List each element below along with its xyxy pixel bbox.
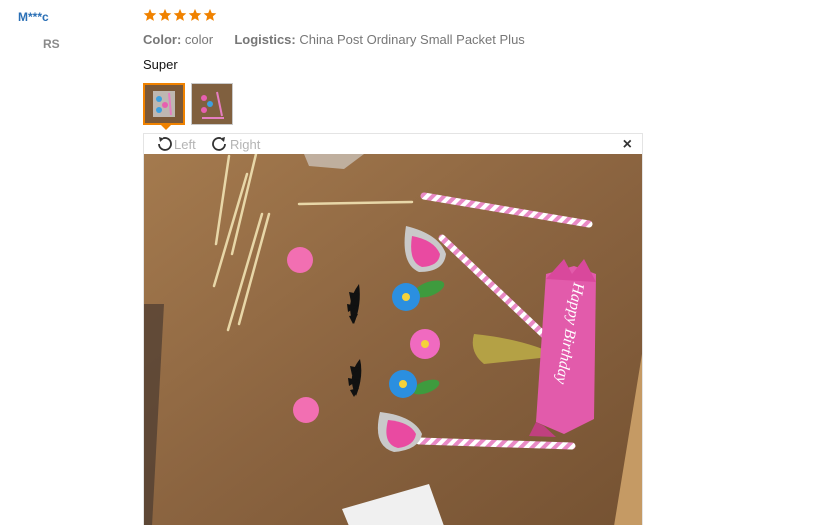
- rotate-left-icon: [158, 137, 172, 151]
- photo-thumbnail-2[interactable]: [191, 83, 233, 125]
- selected-thumbnail-indicator: [160, 124, 172, 130]
- logistics-label: Logistics:: [234, 32, 296, 47]
- close-viewer-button[interactable]: ×: [623, 135, 632, 155]
- rotate-right-label: Right: [230, 136, 261, 152]
- star-icon: [158, 8, 172, 21]
- reviewer-name: M***c: [18, 10, 49, 24]
- rotate-right-icon: [212, 137, 226, 151]
- star-icon: [173, 8, 187, 21]
- reviewer-country: RS: [43, 37, 60, 51]
- star-rating: [143, 8, 217, 26]
- star-icon: [188, 8, 202, 21]
- star-icon: [143, 8, 157, 21]
- color-value: color: [184, 32, 214, 47]
- star-icon: [203, 8, 217, 21]
- photo-thumbnail-1[interactable]: [143, 83, 185, 125]
- photo-viewer-toolbar: Left Right ×: [144, 134, 642, 154]
- review-text: Super: [143, 57, 178, 72]
- photo-viewer: Left Right × Happy Birthday: [143, 133, 643, 525]
- photo-thumbnails: [143, 83, 233, 125]
- rotate-left-label: Left: [174, 136, 196, 152]
- color-label: Color:: [143, 32, 182, 47]
- rotate-right-button[interactable]: Right: [210, 135, 260, 153]
- rotate-left-button[interactable]: Left: [154, 135, 196, 153]
- logistics-value: China Post Ordinary Small Packet Plus: [299, 32, 525, 47]
- review-meta: Color: color Logistics: China Post Ordin…: [143, 32, 525, 47]
- review-photo: Happy Birthday: [144, 154, 642, 525]
